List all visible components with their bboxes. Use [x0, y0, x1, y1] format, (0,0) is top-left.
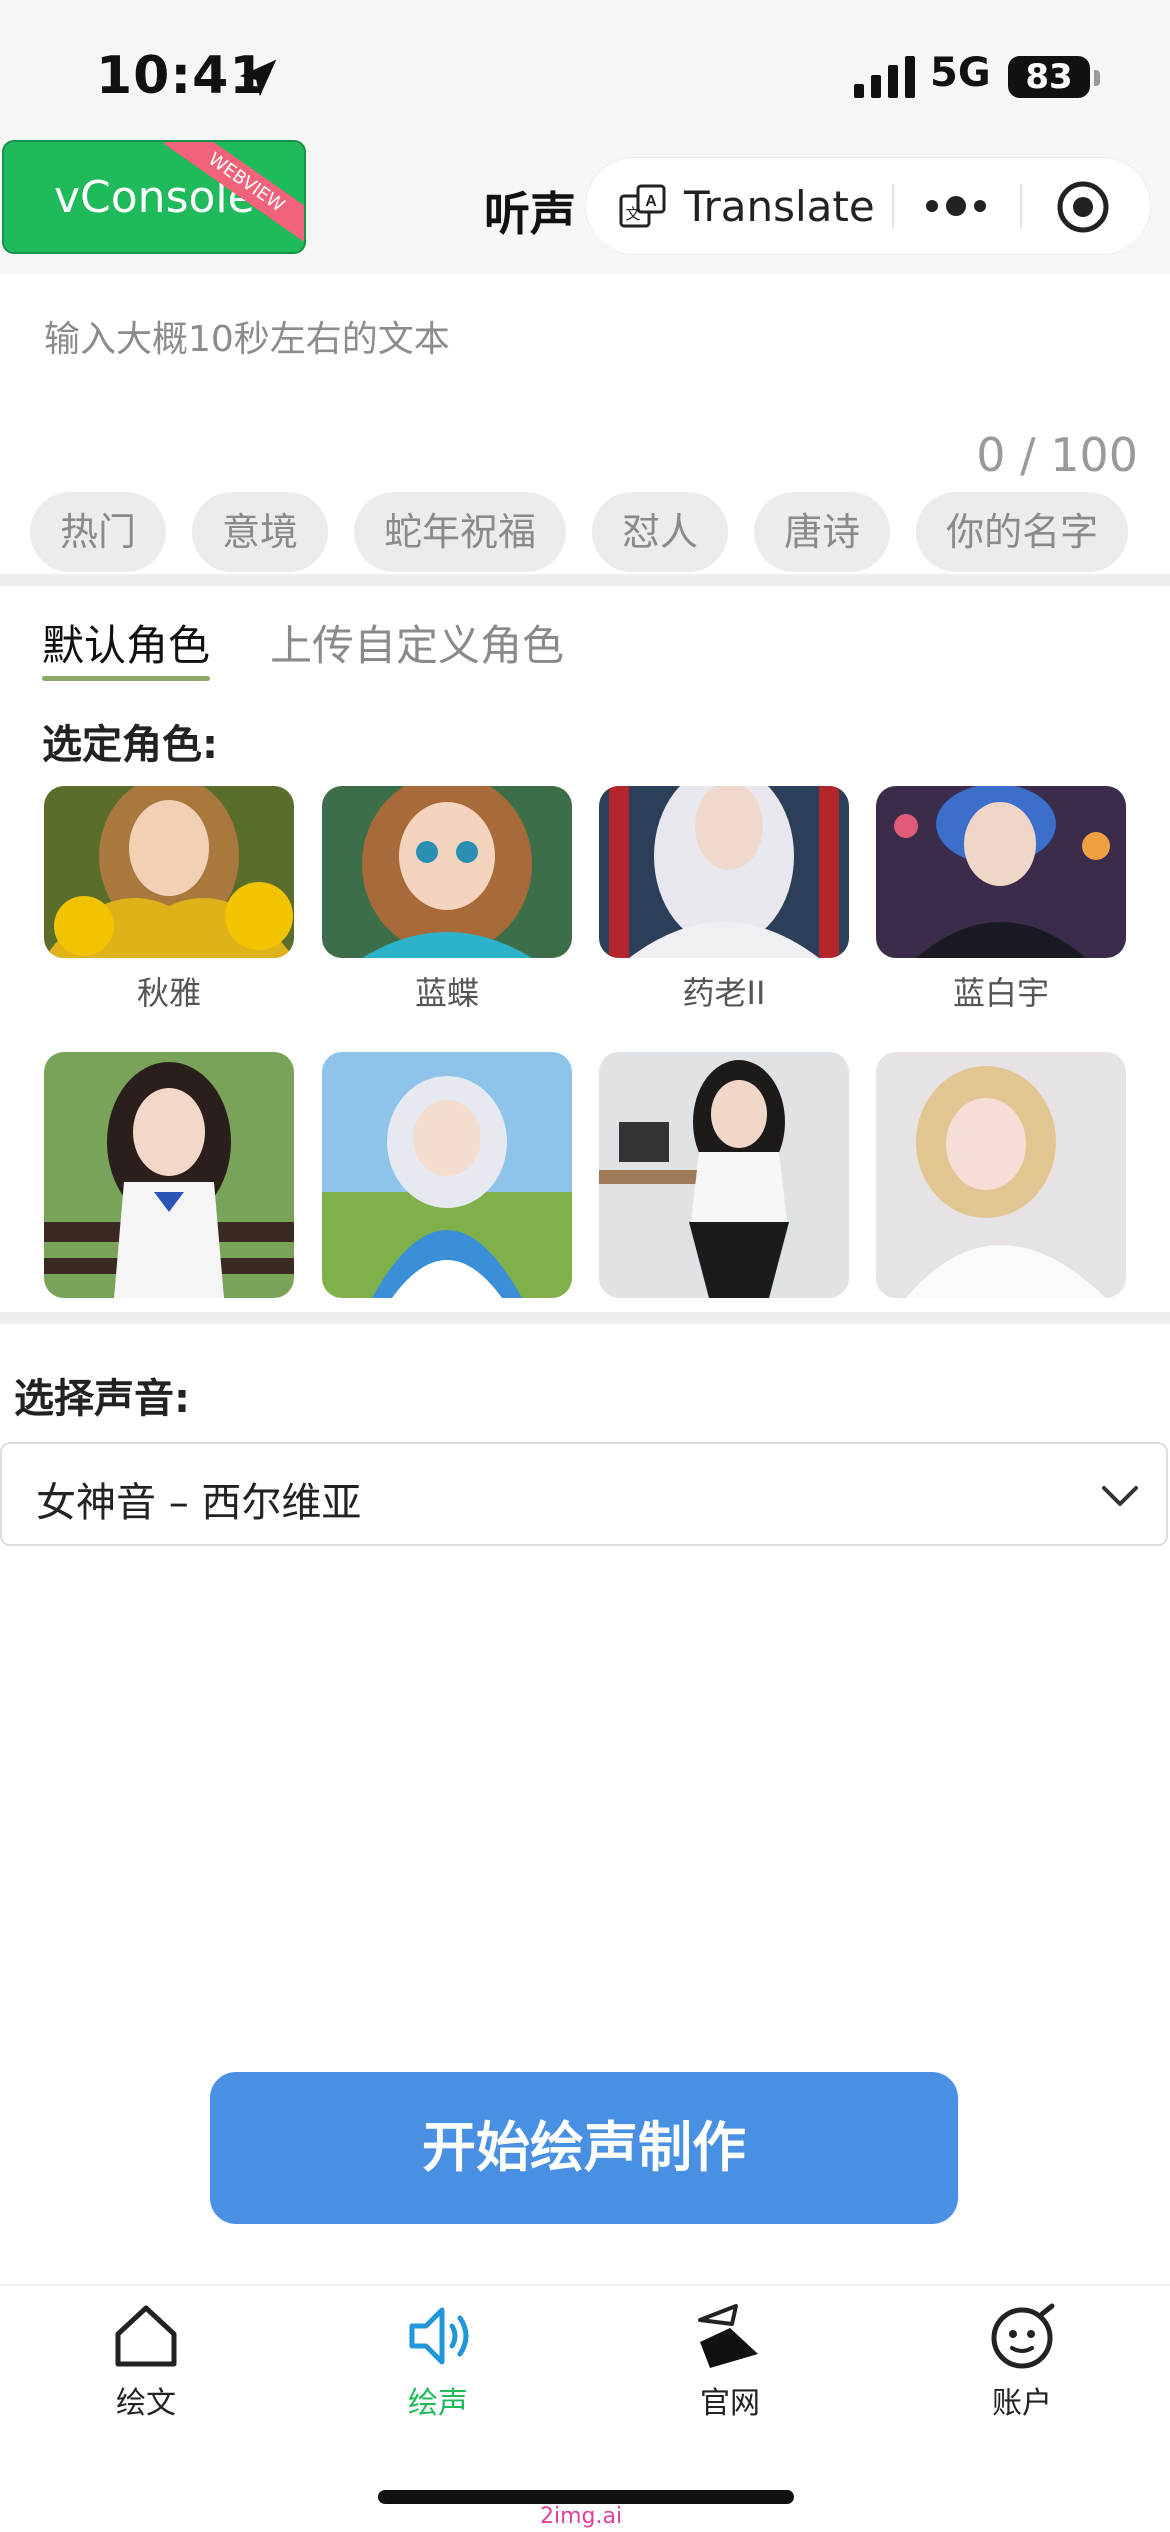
- character-avatar: [44, 1052, 294, 1298]
- character-name: 药老II: [682, 974, 766, 1012]
- page-title: 听声: [484, 187, 576, 241]
- close-miniprogram-icon[interactable]: [1056, 180, 1110, 234]
- tag-list: 热门 意境 蛇年祝福 怼人 唐诗 你的名字: [30, 492, 1140, 572]
- character-avatar: [876, 786, 1126, 958]
- char-counter: 0 / 100: [976, 428, 1138, 482]
- network-type: 5G: [930, 50, 991, 96]
- tabbar-label: 账户: [992, 2386, 1052, 2421]
- voice-label: 选择声音:: [14, 1376, 190, 1422]
- vconsole-button[interactable]: vConsole WEBVIEW: [2, 140, 306, 254]
- tabbar-label: 绘声: [408, 2386, 468, 2421]
- section-divider: [0, 574, 1170, 586]
- start-voice-button[interactable]: 开始绘声制作: [210, 2072, 958, 2224]
- character-name: 秋雅: [136, 974, 201, 1012]
- tag-chip[interactable]: 蛇年祝福: [354, 492, 567, 572]
- character-avatar: [599, 1052, 849, 1298]
- character-card[interactable]: [876, 1052, 1126, 1298]
- selected-role-label: 选定角色:: [42, 722, 218, 768]
- tabbar-item-text[interactable]: 绘文: [46, 2298, 246, 2422]
- text-input[interactable]: [44, 310, 1134, 410]
- more-icon[interactable]: [924, 196, 988, 216]
- character-card[interactable]: [44, 1052, 294, 1298]
- tabbar-item-voice[interactable]: 绘声: [338, 2298, 538, 2422]
- character-avatar: [44, 786, 294, 958]
- character-card[interactable]: 蓝蝶: [322, 786, 572, 1014]
- battery-icon: 83: [1008, 56, 1090, 98]
- svg-text:A: A: [645, 193, 657, 210]
- home-icon: [115, 2305, 177, 2367]
- voice-select-value: 女神音 – 西尔维亚: [36, 1480, 362, 1526]
- account-face-icon: [991, 2303, 1055, 2369]
- character-card[interactable]: [599, 1052, 849, 1298]
- capsule-divider: [1020, 184, 1022, 228]
- active-tab-indicator: [42, 676, 210, 681]
- tag-chip[interactable]: 怼人: [592, 492, 729, 572]
- cellular-signal-icon: [854, 56, 915, 98]
- speaker-icon: [409, 2307, 469, 2365]
- tag-chip[interactable]: 热门: [30, 492, 167, 572]
- character-name: 蓝白宇: [952, 974, 1049, 1012]
- voice-select[interactable]: 女神音 – 西尔维亚: [0, 1442, 1168, 1546]
- character-avatar: [876, 1052, 1126, 1298]
- character-card[interactable]: 药老II: [599, 786, 849, 1014]
- capsule-divider: [892, 184, 894, 228]
- tabbar-item-website[interactable]: 官网: [630, 2298, 830, 2422]
- tabbar-label: 绘文: [116, 2386, 176, 2421]
- chevron-down-icon: [1102, 1486, 1138, 1506]
- character-avatar: [322, 1052, 572, 1298]
- character-avatar: [599, 786, 849, 958]
- website-logo-icon: [698, 2304, 758, 2368]
- character-card[interactable]: 蓝白宇: [876, 786, 1126, 1014]
- character-avatar: [322, 786, 572, 958]
- translate-button[interactable]: Translate: [684, 182, 875, 231]
- home-indicator[interactable]: [378, 2490, 794, 2504]
- section-divider: [0, 1312, 1170, 1324]
- watermark: 2img.ai: [540, 2504, 623, 2529]
- tab-upload-custom-role[interactable]: 上传自定义角色: [270, 612, 564, 673]
- translate-icon[interactable]: A 文: [618, 182, 668, 232]
- character-card[interactable]: 秋雅: [44, 786, 294, 1014]
- tabbar-item-account[interactable]: 账户: [922, 2298, 1122, 2422]
- tag-chip[interactable]: 唐诗: [754, 492, 891, 572]
- tag-chip[interactable]: 意境: [192, 492, 329, 572]
- location-arrow-icon: [239, 59, 277, 97]
- svg-text:文: 文: [625, 205, 640, 223]
- tabbar-label: 官网: [700, 2386, 760, 2421]
- tab-default-roles[interactable]: 默认角色: [42, 612, 210, 673]
- battery-tip: [1094, 70, 1100, 86]
- character-name: 蓝蝶: [414, 974, 479, 1012]
- character-card[interactable]: [322, 1052, 572, 1298]
- tag-chip[interactable]: 你的名字: [916, 492, 1129, 572]
